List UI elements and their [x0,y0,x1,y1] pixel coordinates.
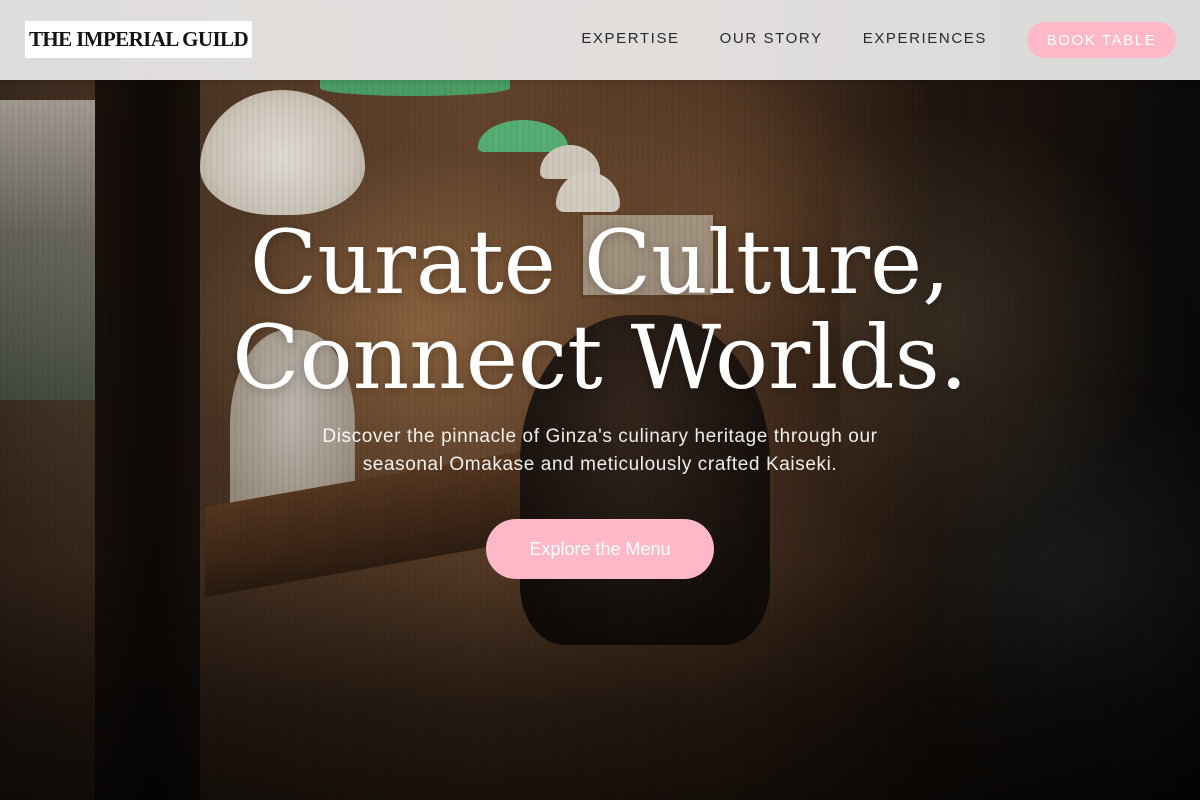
explore-menu-button[interactable]: Explore the Menu [486,519,714,579]
primary-nav: EXPERTISE OUR STORY EXPERIENCES [581,30,987,47]
site-header: THE IMPERIAL GUILD EXPERTISE OUR STORY E… [0,0,1200,80]
book-table-button[interactable]: BOOK TABLE [1027,22,1176,58]
hero-section: Curate Culture, Connect Worlds. Discover… [0,215,1200,579]
brand-logo[interactable]: THE IMPERIAL GUILD [25,21,252,58]
hero-title: Curate Culture, Connect Worlds. [0,215,1200,405]
hero-subtitle: Discover the pinnacle of Ginza's culinar… [322,426,878,475]
hero-title-line-2: Connect Worlds. [232,306,968,409]
nav-link-expertise[interactable]: EXPERTISE [581,30,679,47]
hero-title-line-1: Curate Culture, [249,211,951,314]
nav-link-our-story[interactable]: OUR STORY [720,30,823,47]
nav-link-experiences[interactable]: EXPERIENCES [863,30,987,47]
